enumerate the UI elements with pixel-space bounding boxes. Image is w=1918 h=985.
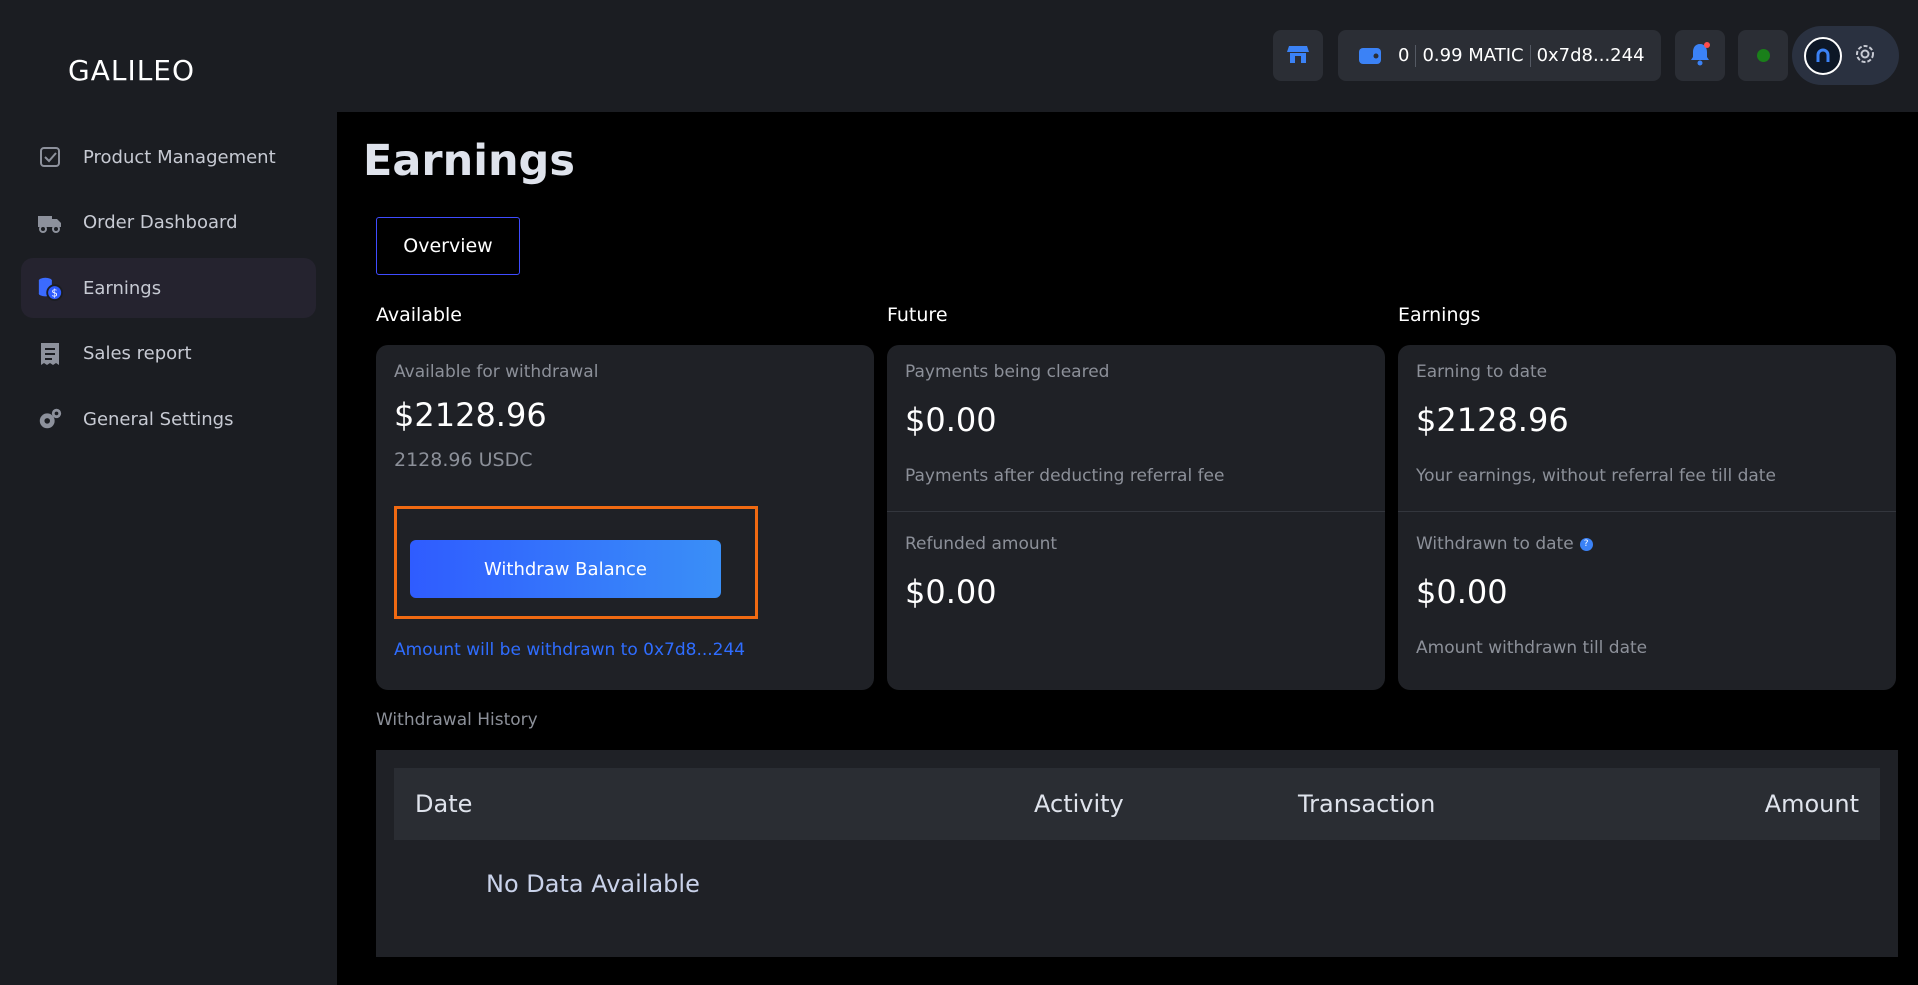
profile-pill[interactable] <box>1792 26 1899 85</box>
cleared-amount: $0.00 <box>905 401 997 439</box>
gear-icon[interactable] <box>1852 41 1878 71</box>
table-header: Date Activity Transaction Amount <box>394 768 1880 840</box>
sidebar-item-sales-report[interactable]: Sales report <box>21 324 316 384</box>
info-icon[interactable]: ? <box>1579 537 1593 551</box>
page-title: Earnings <box>363 136 575 186</box>
wallet-icon <box>1358 46 1384 66</box>
withdrawn-to-date-caption: Withdrawn to date <box>1416 534 1574 554</box>
divider <box>1398 511 1896 512</box>
refunded-amount: $0.00 <box>905 573 997 611</box>
withdrawn-to-date-amount: $0.00 <box>1416 573 1508 611</box>
earning-to-date-amount: $2128.96 <box>1416 401 1569 439</box>
wallet-balance: 0.99 MATIC <box>1422 45 1524 66</box>
sidebar-item-product-management[interactable]: Product Management <box>21 127 316 187</box>
store-icon <box>1287 44 1309 68</box>
withdraw-highlight: Withdraw Balance <box>394 506 758 619</box>
brand-logo[interactable]: GALILEO <box>68 54 195 87</box>
truck-icon <box>37 210 63 236</box>
withdrawn-to-date-row: Withdrawn to date? <box>1416 534 1593 554</box>
sidebar-item-label: Product Management <box>83 146 276 168</box>
column-header-transaction[interactable]: Transaction <box>1298 790 1435 818</box>
notifications-button[interactable] <box>1675 30 1725 81</box>
earnings-section-label: Earnings <box>1398 304 1481 326</box>
withdrawal-history-table: Date Activity Transaction Amount No Data… <box>376 750 1898 957</box>
column-header-activity[interactable]: Activity <box>1034 790 1124 818</box>
sidebar-item-earnings[interactable]: $ Earnings <box>21 258 316 318</box>
empty-state-text: No Data Available <box>486 870 700 898</box>
wallet-count: 0 <box>1398 45 1410 66</box>
svg-text:$: $ <box>51 288 58 299</box>
future-section-label: Future <box>887 304 948 326</box>
bell-icon <box>1688 41 1712 71</box>
avatar[interactable] <box>1804 36 1842 75</box>
column-header-date[interactable]: Date <box>415 790 472 818</box>
cleared-note: Payments after deducting referral fee <box>905 466 1225 486</box>
connection-status-button[interactable] <box>1738 30 1788 81</box>
sidebar: GALILEO Product Management Order Dashboa… <box>0 0 337 985</box>
status-dot-icon <box>1756 49 1770 62</box>
wallet-address: 0x7d8...244 <box>1536 45 1645 66</box>
sidebar-item-label: Earnings <box>83 277 162 299</box>
sidebar-item-label: Order Dashboard <box>83 212 238 233</box>
checkbox-icon <box>37 144 63 170</box>
available-amount: $2128.96 <box>394 396 547 434</box>
withdrawal-history-label: Withdrawal History <box>376 710 538 730</box>
column-header-amount[interactable]: Amount <box>1765 790 1859 818</box>
sidebar-item-label: General Settings <box>83 408 234 430</box>
future-card: Payments being cleared $0.00 Payments af… <box>887 345 1385 690</box>
gears-icon <box>37 406 63 432</box>
divider <box>887 511 1385 512</box>
available-usdc: 2128.96 USDC <box>394 449 533 471</box>
sidebar-nav: Product Management Order Dashboard $ Ear… <box>21 127 316 455</box>
refunded-caption: Refunded amount <box>905 534 1058 554</box>
withdrawn-to-date-note: Amount withdrawn till date <box>1416 638 1648 658</box>
available-section-label: Available <box>376 304 463 326</box>
store-button[interactable] <box>1273 30 1323 81</box>
available-card: Available for withdrawal $2128.96 2128.9… <box>376 345 874 690</box>
earnings-card: Earning to date $2128.96 Your earnings, … <box>1398 345 1896 690</box>
top-bar: 0 0.99 MATIC 0x7d8...244 <box>337 0 1918 112</box>
sidebar-item-label: Sales report <box>83 343 192 364</box>
earning-to-date-note: Your earnings, without referral fee till… <box>1416 466 1776 486</box>
sidebar-item-order-dashboard[interactable]: Order Dashboard <box>21 193 316 253</box>
tab-overview[interactable]: Overview <box>376 217 520 275</box>
main-content: Earnings Overview Available Available fo… <box>337 112 1918 985</box>
coins-icon: $ <box>37 275 63 301</box>
available-caption: Available for withdrawal <box>394 362 599 382</box>
wallet-pill[interactable]: 0 0.99 MATIC 0x7d8...244 <box>1338 30 1661 81</box>
divider <box>1415 44 1417 67</box>
sidebar-item-general-settings[interactable]: General Settings <box>21 389 316 449</box>
earning-to-date-caption: Earning to date <box>1416 362 1548 382</box>
withdraw-note: Amount will be withdrawn to 0x7d8...244 <box>394 640 746 660</box>
cleared-caption: Payments being cleared <box>905 362 1110 382</box>
withdraw-balance-button[interactable]: Withdraw Balance <box>410 540 721 598</box>
receipt-icon <box>37 341 63 367</box>
divider <box>1529 44 1531 67</box>
